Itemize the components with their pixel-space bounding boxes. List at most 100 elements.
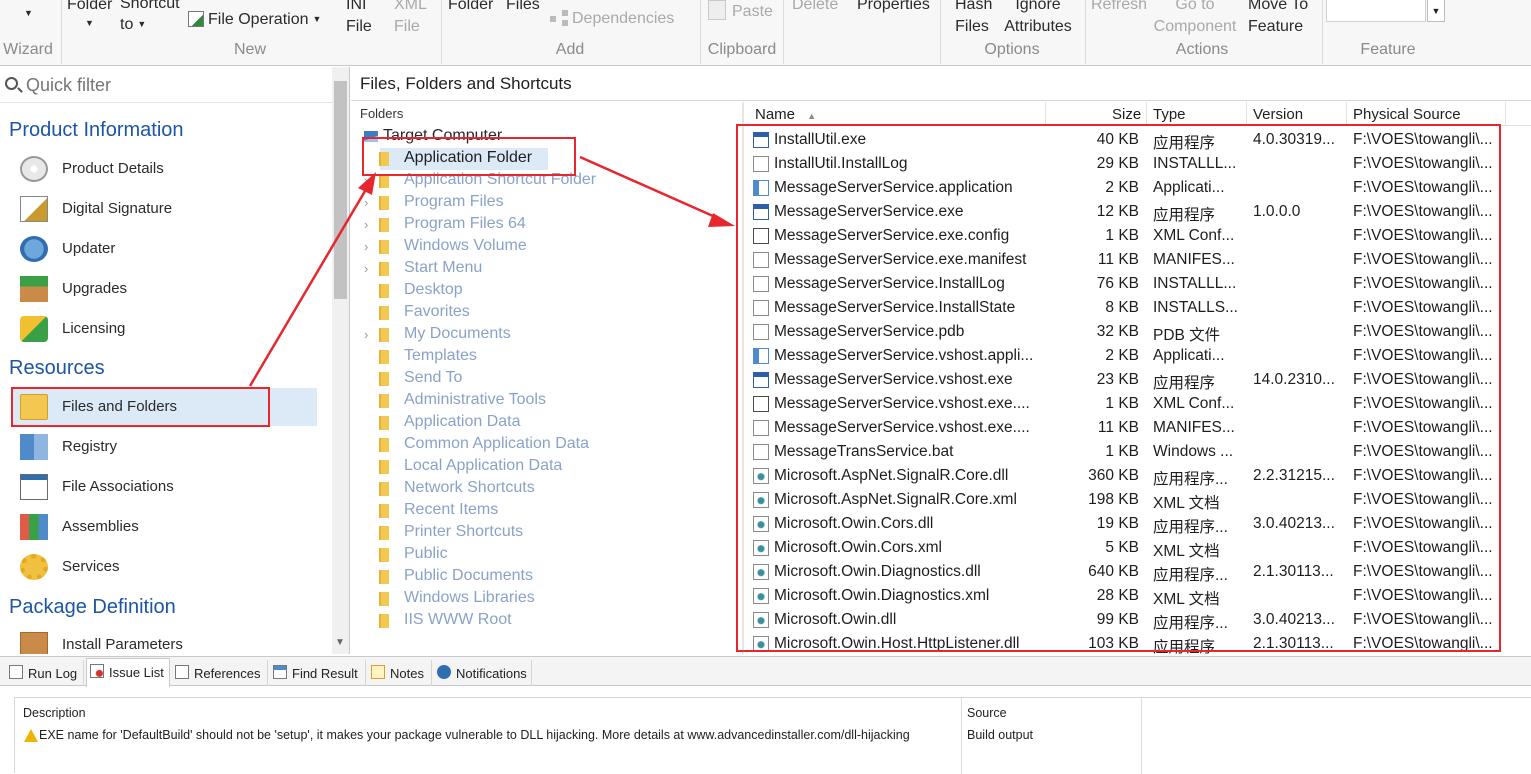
nav-updater[interactable]: Updater	[12, 230, 317, 268]
file-row[interactable]: Microsoft.AspNet.SignalR.Core.xml 198 KB X…	[745, 488, 1531, 512]
dependencies-button[interactable]: Dependencies	[550, 8, 674, 30]
file-name: InstallUtil.exe	[774, 131, 867, 148]
file-name: MessageServerService.vshost.exe....	[774, 419, 1030, 436]
nav-install-parameters[interactable]: Install Parameters	[12, 626, 317, 654]
wizard-dropdown[interactable]: ▼	[20, 2, 33, 25]
tree-folder-application-folder[interactable]: Application Folder	[379, 148, 548, 170]
file-row[interactable]: Microsoft.Owin.Diagnostics.dll 640 KB 应用程序…	[745, 560, 1531, 584]
folder-icon	[379, 284, 389, 298]
file-version: 3.0.40213...	[1253, 611, 1335, 628]
refresh-button[interactable]: Refresh	[1091, 0, 1147, 16]
nav-file-associations[interactable]: File Associations	[12, 468, 317, 506]
move-to-feature-button[interactable]: Move To Feature	[1248, 0, 1314, 38]
file-row[interactable]: Microsoft.Owin.Cors.dll 19 KB 应用程序... 3.0.4…	[745, 512, 1531, 536]
chevron-right-icon[interactable]: ›	[364, 239, 368, 254]
file-row[interactable]: InstallUtil.exe 40 KB 应用程序 4.0.30319... F:\V…	[745, 128, 1531, 152]
scroll-down-icon[interactable]: ▼	[335, 637, 345, 648]
doc-file-icon	[753, 252, 769, 268]
file-row[interactable]: Microsoft.Owin.dll 99 KB 应用程序... 3.0.40213.…	[745, 608, 1531, 632]
tab-issue-list[interactable]: Issue List	[86, 658, 170, 687]
file-row[interactable]: Microsoft.Owin.Cors.xml 5 KB XML 文档 F:\VOES…	[745, 536, 1531, 560]
file-version: 3.0.40213...	[1253, 515, 1335, 532]
references-icon	[175, 665, 189, 679]
add-files-button[interactable]: Files	[506, 0, 540, 16]
xml-file-button[interactable]: XML File	[394, 0, 428, 38]
nav-product-details[interactable]: Product Details	[12, 150, 317, 188]
chevron-right-icon[interactable]: ›	[364, 217, 368, 232]
nav-upgrades[interactable]: Upgrades	[12, 270, 317, 308]
file-row[interactable]: Microsoft.AspNet.SignalR.Core.dll 360 KB 应…	[745, 464, 1531, 488]
new-shortcut-button[interactable]: Shortcut to ▼	[120, 0, 184, 35]
column-physical-source[interactable]: Physical Source	[1353, 106, 1461, 123]
quick-filter-input[interactable]	[26, 73, 326, 97]
file-size: 103 KB	[1088, 635, 1139, 652]
file-row[interactable]: MessageServerService.vshost.exe.... 1 KB X…	[745, 392, 1531, 416]
file-row[interactable]: MessageServerService.InstallState 8 KB INS…	[745, 296, 1531, 320]
new-folder-button[interactable]: Folder ▼	[67, 0, 112, 28]
go-to-component-button[interactable]: Go to Component	[1150, 0, 1240, 38]
nav-registry[interactable]: Registry	[12, 428, 317, 466]
registry-icon	[20, 434, 48, 460]
nav-digital-signature[interactable]: Digital Signature	[12, 190, 317, 228]
file-operation-button[interactable]: File Operation ▼	[188, 8, 321, 31]
file-row[interactable]: InstallUtil.InstallLog 29 KB INSTALLL... F:…	[745, 152, 1531, 176]
file-row[interactable]: MessageTransService.bat 1 KB Windows ... F:…	[745, 440, 1531, 464]
file-row[interactable]: MessageServerService.vshost.exe.... 11 KB…	[745, 416, 1531, 440]
nav-files-and-folders[interactable]: Files and Folders	[12, 388, 317, 426]
issue-description[interactable]: EXE name for 'DefaultBuild' should not b…	[39, 728, 910, 742]
issue-source[interactable]: Build output	[967, 728, 1033, 742]
nav-licensing[interactable]: Licensing	[12, 310, 317, 348]
issue-column-description[interactable]: Description	[23, 706, 86, 720]
file-row[interactable]: Microsoft.Owin.Host.HttpListener.dll 103 …	[745, 632, 1531, 654]
tab-notes[interactable]: Notes	[368, 660, 432, 686]
chevron-down-icon[interactable]: ▼	[1427, 0, 1445, 22]
column-name[interactable]: Name ▲	[755, 106, 816, 123]
pane-splitter[interactable]	[742, 102, 744, 654]
file-row[interactable]: MessageServerService.vshost.exe 23 KB 应用程序…	[745, 368, 1531, 392]
folder-icon	[379, 438, 389, 452]
chevron-right-icon[interactable]: ›	[364, 195, 368, 210]
file-size: 640 KB	[1088, 563, 1139, 580]
column-type[interactable]: Type	[1153, 106, 1186, 123]
xml-file-icon	[753, 396, 769, 412]
ignore-attributes-button[interactable]: Ignore Attributes	[1000, 0, 1076, 38]
hash-files-button[interactable]: Hash Files	[955, 0, 992, 38]
folder-icon	[379, 240, 389, 254]
column-size[interactable]: Size	[1112, 106, 1141, 123]
properties-button[interactable]: Properties	[857, 0, 930, 16]
issue-column-source[interactable]: Source	[967, 706, 1007, 720]
chevron-right-icon[interactable]: ›	[364, 261, 368, 276]
file-source: F:\VOES\towangli\...	[1353, 155, 1493, 172]
chevron-right-icon[interactable]: ›	[364, 173, 368, 188]
ini-file-button[interactable]: INI File	[346, 0, 376, 38]
file-name: Microsoft.Owin.Diagnostics.xml	[774, 587, 990, 604]
file-row[interactable]: MessageServerService.pdb 32 KB PDB 文件 F:\VO…	[745, 320, 1531, 344]
tab-references[interactable]: References	[172, 660, 268, 686]
left-nav-scrollbar[interactable]: ▼	[332, 67, 349, 654]
file-size: 198 KB	[1088, 491, 1139, 508]
paste-button[interactable]: Paste	[708, 0, 773, 23]
section-resources: Resources	[9, 357, 105, 379]
nav-assemblies[interactable]: Assemblies	[12, 508, 317, 546]
delete-button[interactable]: Delete	[792, 0, 838, 16]
tree-folder-label: Start Menu	[404, 259, 483, 276]
file-row[interactable]: MessageServerService.exe.config 1 KB XML C…	[745, 224, 1531, 248]
scrollbar-thumb[interactable]	[334, 81, 347, 299]
file-row[interactable]: MessageServerService.InstallLog 76 KB INST…	[745, 272, 1531, 296]
tab-notifications[interactable]: Notifications	[434, 660, 532, 686]
folder-icon	[379, 526, 389, 540]
nav-services[interactable]: Services	[12, 548, 317, 586]
add-folder-button[interactable]: Folder	[448, 0, 493, 16]
tree-folder-label: IIS WWW Root	[404, 611, 512, 628]
file-type: 应用程序...	[1153, 519, 1228, 536]
file-row[interactable]: MessageServerService.exe.manifest 11 KB MA…	[745, 248, 1531, 272]
column-version[interactable]: Version	[1253, 106, 1303, 123]
tab-find-result[interactable]: Find Result	[270, 660, 366, 686]
file-row[interactable]: MessageServerService.exe 12 KB 应用程序 1.0.0.0…	[745, 200, 1531, 224]
chevron-right-icon[interactable]: ›	[364, 327, 368, 342]
file-row[interactable]: MessageServerService.vshost.appli... 2 KB…	[745, 344, 1531, 368]
tab-run-log[interactable]: Run Log	[6, 660, 84, 686]
file-row[interactable]: MessageServerService.application 2 KB Appl…	[745, 176, 1531, 200]
feature-select[interactable]	[1326, 0, 1426, 22]
file-row[interactable]: Microsoft.Owin.Diagnostics.xml 28 KB XML 文…	[745, 584, 1531, 608]
